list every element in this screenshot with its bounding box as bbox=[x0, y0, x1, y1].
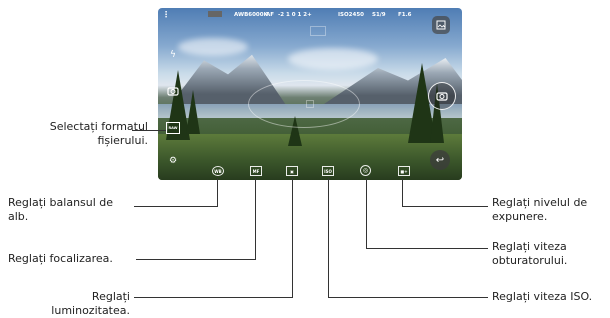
leader-line bbox=[134, 297, 293, 298]
leader-line bbox=[132, 130, 166, 131]
shutter-value: S1/9 bbox=[372, 12, 386, 18]
af-value: AF bbox=[266, 12, 275, 18]
histogram bbox=[208, 11, 222, 17]
camera-status-bar: ⋮ AWB6000K AF -2 1 0 1 2+ ISO2450 S1/9 F… bbox=[158, 8, 462, 24]
level-guide-icon bbox=[310, 26, 326, 36]
leader-line bbox=[217, 178, 218, 207]
ev-scale: -2 1 0 1 2+ bbox=[278, 12, 312, 18]
awb-value: AWB6000K bbox=[234, 12, 268, 18]
aperture-icon: ◎ bbox=[362, 167, 369, 174]
camera-switch-icon bbox=[167, 87, 179, 96]
leader-line bbox=[292, 178, 293, 298]
leader-line bbox=[134, 206, 218, 207]
back-icon: ↩ bbox=[435, 154, 445, 166]
gear-icon[interactable]: ⚙ bbox=[166, 154, 180, 168]
iso-control[interactable]: ISO bbox=[322, 166, 334, 176]
white-balance-control[interactable]: WB bbox=[212, 166, 224, 176]
leader-line bbox=[402, 206, 488, 207]
focus-guide bbox=[248, 80, 360, 128]
flash-off-icon[interactable]: ϟ bbox=[166, 48, 180, 62]
leader-line bbox=[136, 259, 256, 260]
label-shutter-speed: Reglați viteza obturatorului. bbox=[492, 240, 568, 267]
aperture-value: F1.6 bbox=[398, 12, 412, 18]
camera-icon bbox=[436, 92, 448, 101]
cloud bbox=[178, 38, 248, 56]
label-brightness: Reglați luminozitatea. bbox=[51, 290, 130, 317]
leader-line bbox=[328, 297, 488, 298]
label-file-format: Selectați formatul fișierului. bbox=[49, 120, 148, 147]
label-white-balance: Reglați balansul de alb. bbox=[8, 196, 114, 223]
brightness-control[interactable]: ▣ bbox=[286, 166, 298, 176]
gallery-button[interactable] bbox=[432, 16, 450, 34]
leader-line bbox=[255, 178, 256, 260]
leader-line bbox=[402, 178, 403, 207]
leader-line bbox=[366, 178, 367, 249]
shutter-button[interactable] bbox=[428, 82, 456, 110]
iso-value: ISO2450 bbox=[338, 12, 364, 18]
camera-viewfinder[interactable]: ⋮ AWB6000K AF -2 1 0 1 2+ ISO2450 S1/9 F… bbox=[158, 8, 462, 180]
focus-control[interactable]: MF bbox=[250, 166, 262, 176]
gallery-icon bbox=[436, 20, 446, 30]
camera-switch-icon[interactable] bbox=[166, 84, 180, 98]
raw-format-icon[interactable]: RAW bbox=[166, 122, 180, 134]
exposure-control[interactable]: ■+ bbox=[398, 166, 410, 176]
label-exposure: Reglați nivelul de expunere. bbox=[492, 196, 588, 223]
leader-line bbox=[328, 178, 329, 298]
tree bbox=[186, 90, 200, 134]
leader-line bbox=[366, 248, 488, 249]
label-iso: Reglați viteza ISO. bbox=[492, 290, 593, 303]
label-focus: Reglați focalizarea. bbox=[8, 252, 113, 265]
focus-point bbox=[306, 100, 314, 108]
back-button[interactable]: ↩ bbox=[430, 150, 450, 170]
menu-dots-icon[interactable]: ⋮ bbox=[162, 10, 170, 19]
shutter-speed-control[interactable]: ◎ bbox=[360, 165, 371, 176]
cloud bbox=[288, 48, 378, 70]
